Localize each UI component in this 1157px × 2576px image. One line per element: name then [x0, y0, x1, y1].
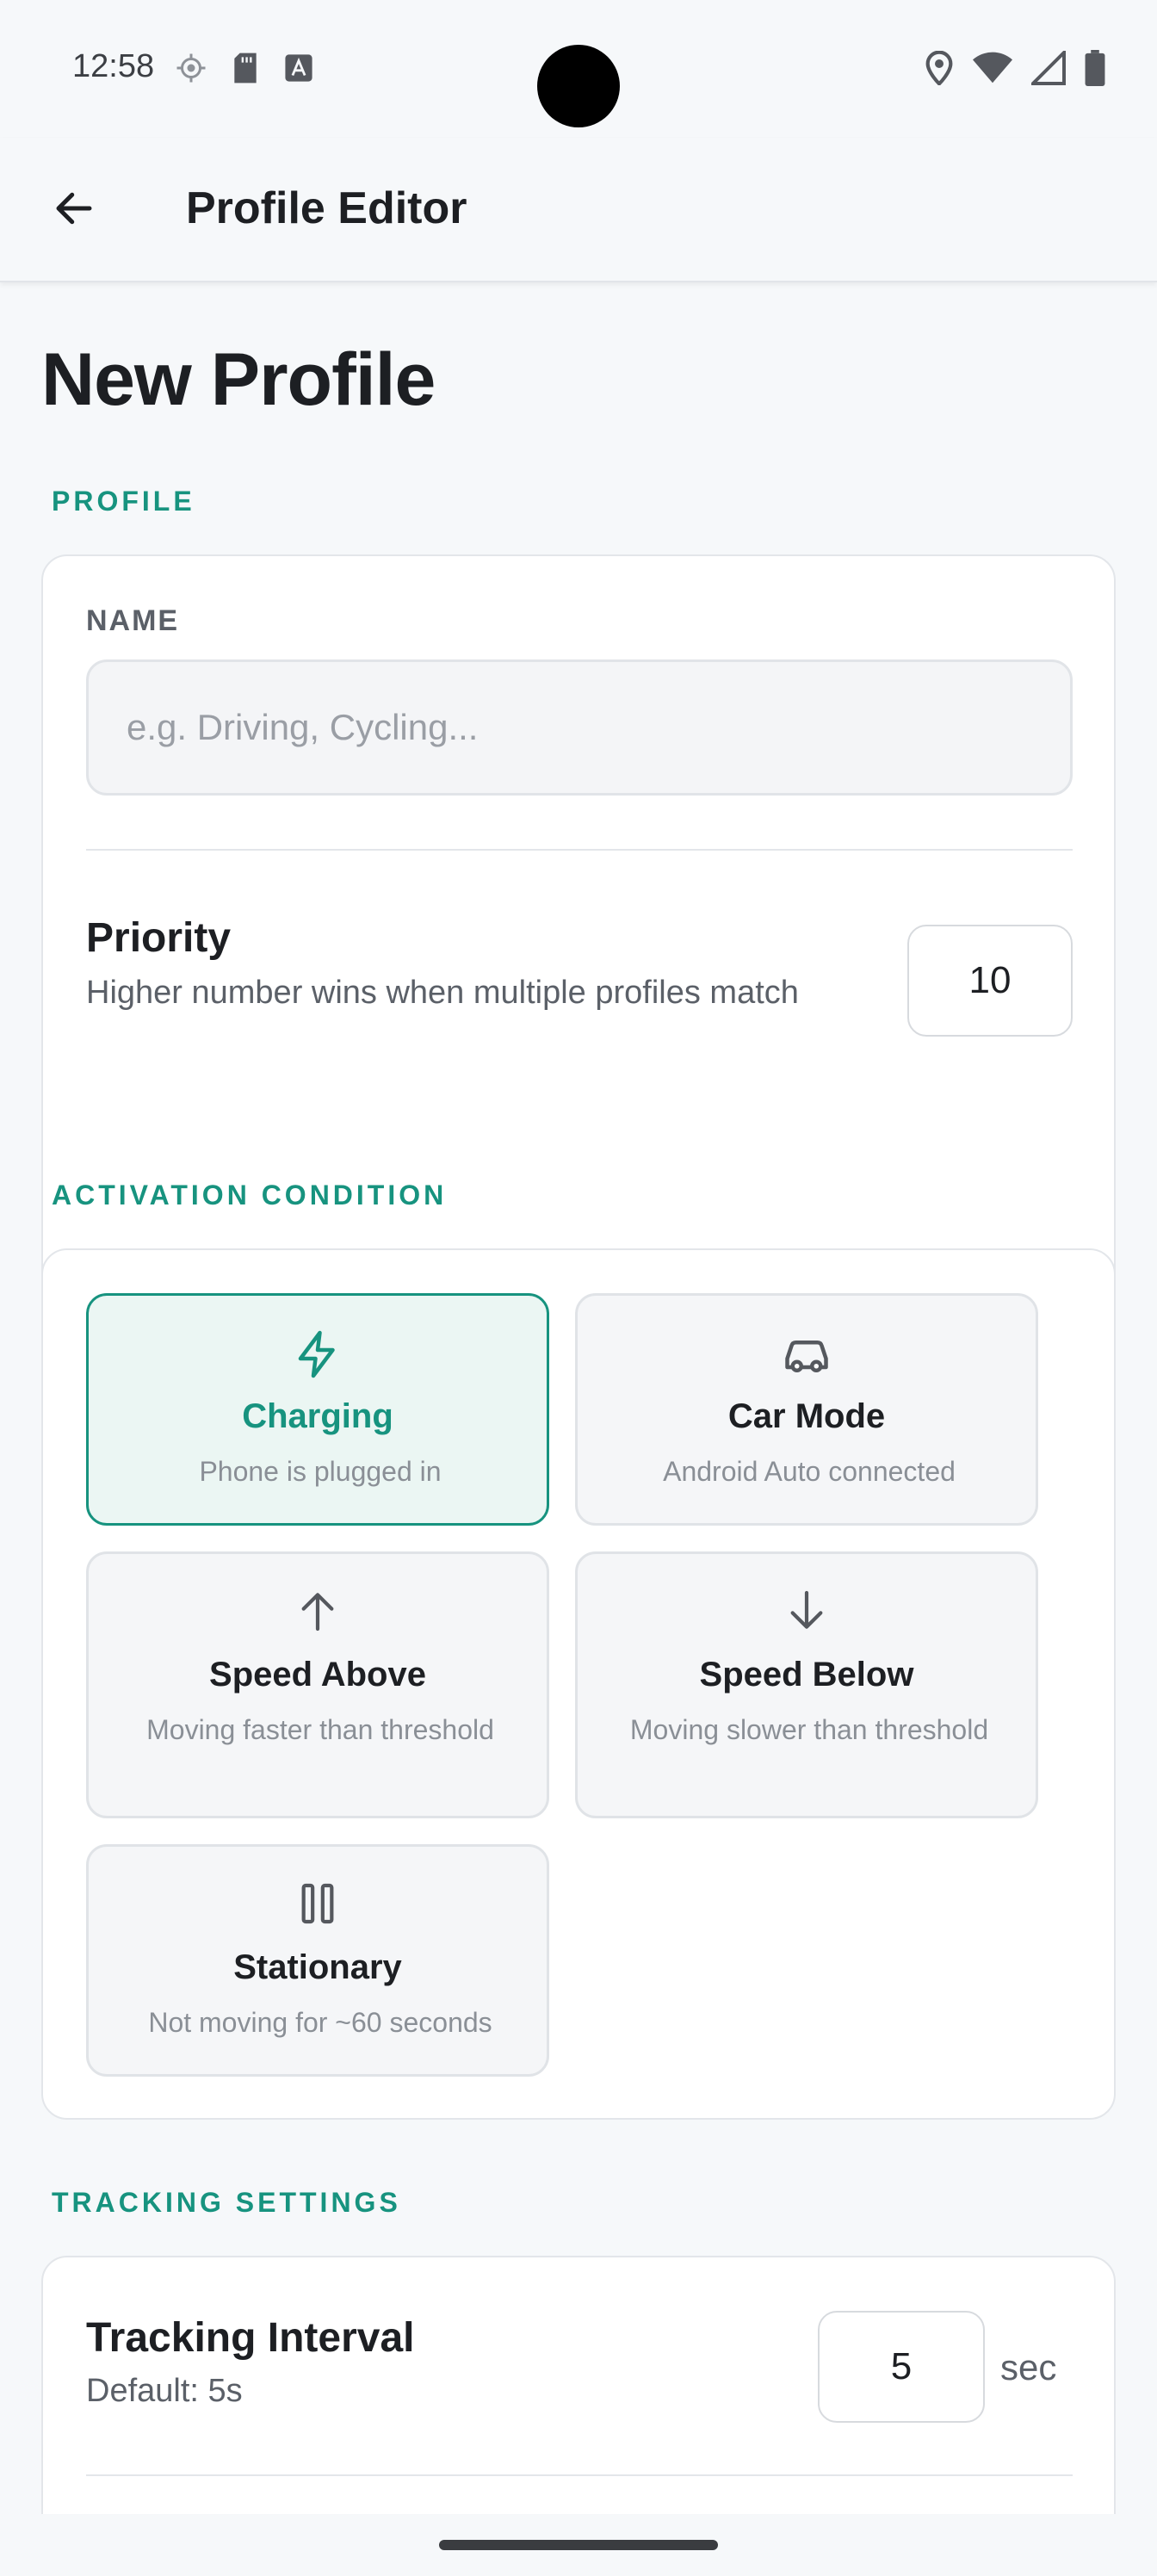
option-description: Android Auto connected	[663, 1456, 956, 1487]
tracking-interval-default: Default: 5s	[86, 2373, 243, 2409]
priority-input[interactable]: 10	[907, 925, 1073, 1037]
option-speed-below[interactable]: Speed Below Moving slower than threshold	[575, 1551, 1038, 1818]
option-charging[interactable]: Charging Phone is plugged in	[86, 1293, 549, 1526]
arrow-up-icon	[89, 1587, 547, 1635]
lightning-bolt-icon	[89, 1328, 547, 1380]
app-bar-title: Profile Editor	[186, 183, 467, 233]
option-description: Phone is plugged in	[199, 1456, 442, 1487]
section-label-tracking: TRACKING SETTINGS	[52, 2187, 401, 2218]
section-label-profile: PROFILE	[52, 486, 195, 517]
name-input[interactable]	[86, 659, 1073, 796]
option-title: Charging	[242, 1397, 393, 1435]
sd-card-icon	[231, 52, 260, 89]
cell-signal-icon	[1029, 48, 1066, 90]
battery-icon	[1085, 50, 1105, 90]
keyboard-a-icon	[284, 53, 313, 87]
name-label: NAME	[86, 604, 180, 637]
tracking-interval-title: Tracking Interval	[86, 2315, 415, 2361]
option-title: Speed Above	[209, 1656, 426, 1694]
app-bar: Profile Editor	[0, 138, 1157, 282]
option-title: Car Mode	[727, 1397, 886, 1435]
option-title: Speed Below	[699, 1656, 914, 1694]
option-stationary[interactable]: Stationary Not moving for ~60 seconds	[86, 1844, 549, 2077]
status-bar: 12:58	[0, 0, 1157, 138]
divider	[86, 849, 1073, 851]
divider	[86, 2474, 1073, 2476]
tracking-interval-input[interactable]: 5	[818, 2311, 985, 2423]
option-car-mode[interactable]: Car Mode Android Auto connected	[575, 1293, 1038, 1526]
option-title: Stationary	[233, 1948, 402, 1986]
wifi-icon	[973, 51, 1012, 90]
option-speed-above[interactable]: Speed Above Moving faster than threshold	[86, 1551, 549, 1818]
tracking-interval-unit: sec	[1000, 2347, 1057, 2387]
arrow-left-icon	[51, 185, 97, 236]
option-description: Moving faster than threshold	[146, 1714, 494, 1745]
section-label-activation: ACTIVATION CONDITION	[52, 1180, 448, 1211]
activation-card: Charging Phone is plugged in Car Mode An…	[41, 1248, 1116, 2120]
location-pin-icon	[925, 50, 954, 90]
camera-cutout	[537, 45, 620, 127]
pause-icon	[89, 1879, 547, 1928]
option-description: Moving slower than threshold	[629, 1714, 989, 1745]
home-indicator[interactable]	[439, 2540, 718, 2550]
status-time: 12:58	[72, 48, 155, 84]
location-target-icon	[176, 53, 207, 88]
back-button[interactable]	[40, 176, 108, 245]
car-icon	[578, 1330, 1036, 1378]
priority-title: Priority	[86, 915, 232, 961]
priority-description: Higher number wins when multiple profile…	[86, 975, 799, 1011]
option-description: Not moving for ~60 seconds	[148, 2007, 492, 2038]
arrow-down-icon	[578, 1587, 1036, 1635]
page-title: New Profile	[41, 338, 436, 421]
